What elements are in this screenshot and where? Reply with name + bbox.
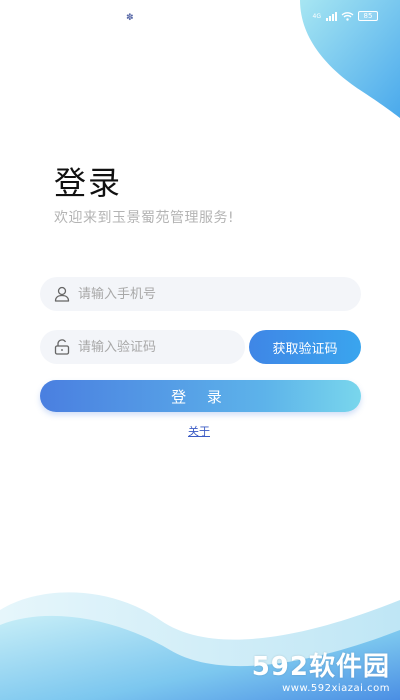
battery-icon: 85 [358, 11, 378, 21]
watermark-logo: 592软件园 [251, 652, 390, 682]
page-title: 登录 [54, 164, 123, 202]
about-link[interactable]: 关于 [188, 423, 210, 439]
watermark: 592软件园 www.592xiazai.com [252, 646, 390, 694]
user-icon [54, 286, 70, 302]
network-type: 4G [312, 12, 321, 20]
phone-input[interactable] [78, 277, 361, 311]
wifi-icon [341, 11, 354, 21]
get-code-button[interactable]: 获取验证码 [249, 330, 361, 364]
lock-icon [54, 339, 70, 355]
code-input[interactable] [78, 330, 245, 364]
status-indicator-icon: ✽ [126, 13, 134, 23]
status-bar: ✽ 4G 85 [0, 0, 400, 36]
welcome-subtitle: 欢迎来到玉景蜀苑管理服务! [54, 210, 235, 226]
signal-icon [326, 11, 337, 21]
login-button[interactable]: 登 录 [40, 380, 361, 412]
status-icons: 4G 85 [313, 11, 378, 21]
code-field[interactable] [40, 330, 245, 364]
phone-field[interactable] [40, 277, 361, 311]
watermark-url: www.592xiazai.com [282, 683, 390, 694]
